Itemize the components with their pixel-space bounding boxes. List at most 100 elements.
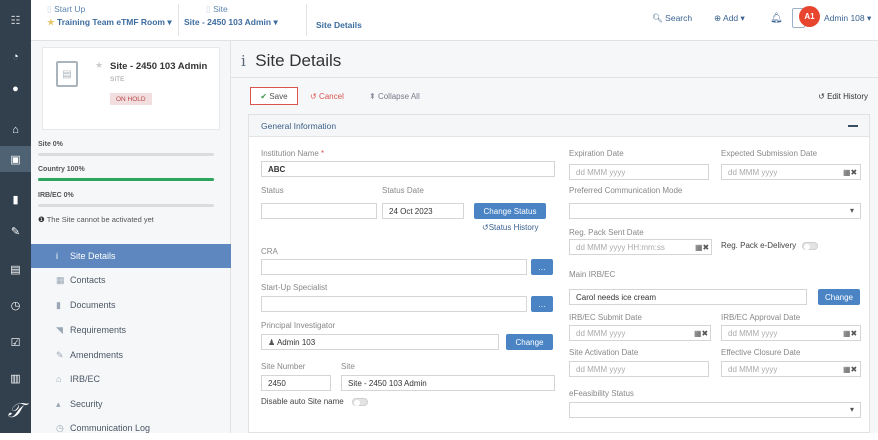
breadcrumb-study[interactable]: ▯ Start Up ★ Training Team eTMF Room ▾ xyxy=(47,4,172,28)
clipboard-nav-icon[interactable]: ▣ xyxy=(0,146,31,172)
site-number-input[interactable]: 2450 xyxy=(261,375,331,391)
sidebar-item-irb[interactable]: ⌂ IRB/EC xyxy=(31,367,231,391)
irb-submit-input[interactable]: dd MMM yyyy xyxy=(569,325,711,341)
sidebar-item-amendments[interactable]: ✎ Amendments xyxy=(31,343,231,367)
sidebar-item-security[interactable]: ▴ Security xyxy=(31,392,231,416)
caret-down-icon: ▾ xyxy=(850,405,855,414)
calendar-clear-icon[interactable]: ▦✖ xyxy=(695,243,709,252)
minus-icon[interactable] xyxy=(848,125,858,127)
irb-approval-input[interactable]: dd MMM yyyy xyxy=(721,325,861,341)
general-information-panel: General Information Institution Name * A… xyxy=(248,114,870,433)
edit-history-button[interactable]: ↺ Edit History xyxy=(818,92,868,101)
change-status-button[interactable]: Change Status xyxy=(474,203,546,219)
change-main-irb-button[interactable]: Change xyxy=(818,289,860,305)
history-icon: ↺ xyxy=(482,223,489,232)
institution-name-input[interactable]: ABC xyxy=(261,161,555,177)
sidebar: ▤ ★ Site - 2450 103 Admin SITE ON HOLD S… xyxy=(31,41,231,433)
grid-icon[interactable]: ☷ xyxy=(0,7,31,33)
bell-icon[interactable]: 🔔︎ xyxy=(770,13,783,24)
irb-approval-label: IRB/EC Approval Date xyxy=(721,313,801,322)
star-icon[interactable]: ★ xyxy=(95,60,103,71)
crumb2-title: Site xyxy=(213,4,228,14)
id-card-icon[interactable]: ▤ xyxy=(0,256,31,282)
save-label: Save xyxy=(269,91,288,101)
breadcrumb-current: Site Details xyxy=(316,20,362,30)
status-date-input[interactable]: 24 Oct 2023 xyxy=(382,203,464,219)
crumb1-title: Start Up xyxy=(54,4,86,14)
main-irb-input[interactable]: Carol needs ice cream xyxy=(569,289,807,305)
principal-investigator-input[interactable]: ♟ Admin 103 xyxy=(261,334,499,350)
star-icon: ★ xyxy=(47,17,55,27)
panel-header[interactable]: General Information xyxy=(249,115,869,137)
calendar-clear-icon[interactable]: ▦✖ xyxy=(843,168,857,177)
edit-icon[interactable]: ✎ xyxy=(0,218,31,244)
globe-icon[interactable]: ● xyxy=(0,76,31,102)
reg-pack-edelivery-label: Reg. Pack e-Delivery xyxy=(721,241,797,250)
site-number-label: Site Number xyxy=(261,362,306,371)
startup-specialist-lookup-button[interactable]: … xyxy=(531,296,553,312)
expected-submission-input[interactable]: dd MMM yyyy xyxy=(721,164,861,180)
status-history-label: Status History xyxy=(488,223,539,232)
effective-closure-input[interactable]: dd MMM yyyy xyxy=(721,361,861,377)
preferred-communication-select[interactable] xyxy=(569,203,861,219)
sidebar-item-label: Documents xyxy=(70,300,116,310)
status-input[interactable] xyxy=(261,203,377,219)
sidebar-item-requirements[interactable]: ◥ Requirements xyxy=(31,318,231,342)
clock-icon[interactable]: ◷ xyxy=(0,292,31,318)
startup-specialist-input[interactable] xyxy=(261,296,527,312)
change-pi-button[interactable]: Change xyxy=(506,334,553,350)
search-button[interactable]: 🔍︎ Search xyxy=(652,13,692,24)
expiration-date-input[interactable]: dd MMM yyyy xyxy=(569,164,709,180)
user-menu[interactable]: Admin 108 ▾ xyxy=(824,13,871,24)
page-title: i Site Details xyxy=(241,51,341,71)
site-name: Site - 2450 103 Admin xyxy=(110,61,208,72)
site-input[interactable]: Site - 2450 103 Admin xyxy=(341,375,555,391)
reg-pack-edelivery-toggle[interactable] xyxy=(802,242,818,250)
cancel-button[interactable]: ↺ Cancel xyxy=(310,92,344,101)
divider xyxy=(231,77,878,78)
disable-auto-site-name-toggle[interactable] xyxy=(352,398,368,406)
calendar-clear-icon[interactable]: ▦✖ xyxy=(694,329,708,338)
dashboard-icon[interactable]: ◔ xyxy=(0,44,31,70)
sidebar-item-label: IRB/EC xyxy=(70,374,101,384)
reg-pack-sent-label: Reg. Pack Sent Date xyxy=(569,228,644,237)
clock-icon: ◷ xyxy=(56,422,64,433)
avatar[interactable]: A1 xyxy=(799,6,820,27)
reg-pack-sent-input[interactable]: dd MMM yyyy HH:mm:ss xyxy=(569,239,712,255)
add-label: Add xyxy=(723,13,739,23)
save-button[interactable]: ✔ Save xyxy=(250,87,298,105)
divider xyxy=(178,4,179,36)
caret-down-icon: ▾ xyxy=(850,206,855,215)
archive-icon[interactable]: ▥ xyxy=(0,365,31,391)
start-up-icon: ▯ xyxy=(47,4,52,14)
panel-title: General Information xyxy=(261,121,337,131)
status-history-link[interactable]: ↺Status History xyxy=(482,223,539,232)
breadcrumb-site[interactable]: ▯ Site Site - 2450 103 Admin ▾ xyxy=(184,4,278,28)
sidebar-item-label: Amendments xyxy=(70,350,124,360)
cra-input[interactable] xyxy=(261,259,527,275)
site-card: ▤ ★ Site - 2450 103 Admin SITE ON HOLD xyxy=(42,47,220,130)
collapse-all-button[interactable]: ⇞ Collapse All xyxy=(369,92,420,101)
document-icon: ▮ xyxy=(56,299,61,310)
principal-investigator-label: Principal Investigator xyxy=(261,321,336,330)
site-activation-input[interactable]: dd MMM yyyy xyxy=(569,361,709,377)
main-irb-label: Main IRB/EC xyxy=(569,270,616,279)
sidebar-item-site-details[interactable]: i Site Details xyxy=(31,244,231,268)
calendar-clear-icon[interactable]: ▦✖ xyxy=(843,365,857,374)
add-button[interactable]: ⊕ Add ▾ xyxy=(714,13,745,24)
calendar-clear-icon[interactable]: ▦✖ xyxy=(843,329,857,338)
site-icon: ▯ xyxy=(206,4,211,14)
check-circle-icon: ✔ xyxy=(260,91,268,101)
bank-icon[interactable]: ⌂ xyxy=(0,117,31,143)
institution-label: Institution Name * xyxy=(261,149,325,158)
sidebar-item-documents[interactable]: ▮ Documents xyxy=(31,293,231,317)
sidebar-item-communication-log[interactable]: ◷ Communication Log xyxy=(31,416,231,440)
collapse-label: Collapse All xyxy=(377,92,420,101)
sidebar-item-contacts[interactable]: ▦ Contacts xyxy=(31,268,231,292)
info-icon: ❶ xyxy=(38,215,45,224)
tag-icon: ◥ xyxy=(56,324,63,335)
file-icon[interactable]: ▮ xyxy=(0,186,31,212)
cra-lookup-button[interactable]: … xyxy=(531,259,553,275)
check-square-icon[interactable]: ☑ xyxy=(0,329,31,355)
efeasibility-select[interactable] xyxy=(569,402,861,418)
